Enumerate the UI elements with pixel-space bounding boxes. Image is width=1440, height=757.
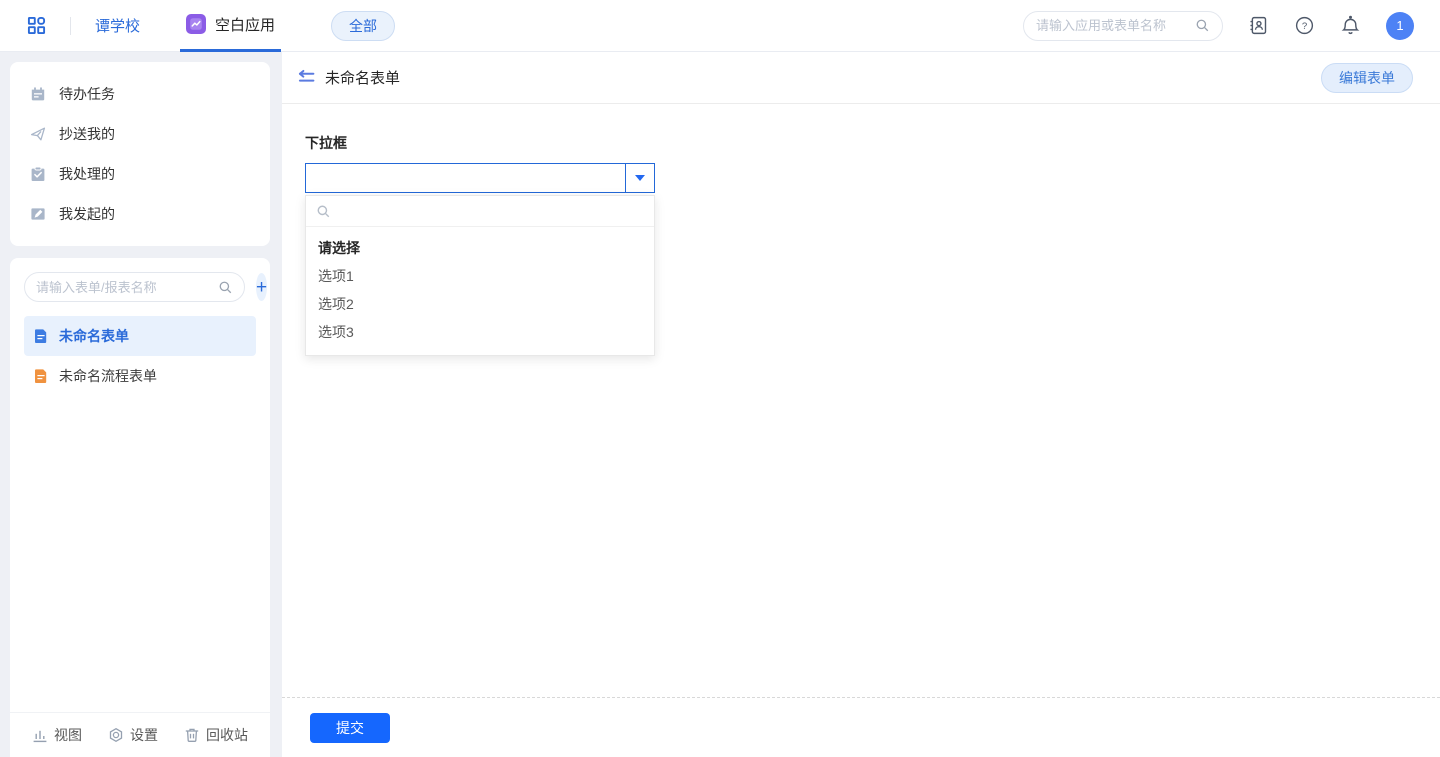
global-search-input[interactable]	[1036, 18, 1189, 33]
sidebar-item-handled-by-me[interactable]: 我处理的	[10, 154, 270, 194]
menu-label: 我处理的	[59, 166, 115, 182]
menu-label: 待办任务	[59, 86, 115, 102]
form-search[interactable]	[24, 272, 245, 302]
submit-button[interactable]: 提交	[310, 713, 390, 743]
help-icon[interactable]: ?	[1294, 15, 1315, 36]
option-please-select[interactable]: 请选择	[306, 234, 654, 262]
main-panel: 未命名表单 编辑表单 下拉框 请选择 选项1 选项2 选项3 提交	[282, 52, 1440, 757]
flow-form-doc-icon	[35, 369, 47, 383]
topbar-divider	[70, 16, 71, 35]
trash-icon	[185, 728, 199, 742]
option-2[interactable]: 选项2	[306, 290, 654, 318]
settings-button[interactable]: 设置	[108, 725, 158, 745]
search-icon	[218, 280, 233, 295]
form-body: 下拉框 请选择 选项1 选项2 选项3	[282, 104, 1440, 697]
global-search[interactable]	[1023, 10, 1223, 41]
collapse-sidebar-icon[interactable]	[297, 68, 316, 87]
form-item-label: 未命名流程表单	[59, 368, 157, 384]
apps-grid-icon[interactable]	[27, 16, 46, 35]
edit-doc-icon	[31, 208, 45, 220]
filter-all-button[interactable]: 全部	[331, 10, 396, 41]
edit-form-button[interactable]: 编辑表单	[1321, 62, 1413, 93]
sidebar-item-todo-tasks[interactable]: 待办任务	[10, 74, 270, 114]
gear-icon	[109, 727, 123, 743]
sidebar-footer: 视图 设置 回收站	[10, 712, 270, 757]
form-search-input[interactable]	[36, 279, 212, 295]
dropdown-panel: 请选择 选项1 选项2 选项3	[305, 195, 655, 356]
option-3[interactable]: 选项3	[306, 318, 654, 346]
menu-label: 抄送我的	[59, 126, 115, 142]
sidebar-item-initiated-by-me[interactable]: 我发起的	[10, 194, 270, 234]
clipboard-check-icon	[31, 166, 45, 181]
search-icon	[1195, 18, 1210, 33]
notifications-bell-icon[interactable]	[1340, 15, 1361, 36]
form-doc-icon	[35, 329, 47, 343]
tab-label: 空白应用	[215, 16, 276, 34]
search-icon	[316, 204, 331, 219]
sidebar: 待办任务 抄送我的 我处理的 我发起的 请输入表单/报表名称 + 未命名表单 未…	[0, 52, 282, 757]
avatar[interactable]: 1	[1386, 11, 1414, 40]
option-1[interactable]: 选项1	[306, 262, 654, 290]
sidebar-forms-panel: + 未命名表单 未命名流程表单	[10, 258, 270, 757]
dropdown-options: 请选择 选项1 选项2 选项3	[306, 227, 654, 355]
footer-label: 回收站	[206, 727, 248, 743]
form-list-item-untitled-flow-form[interactable]: 未命名流程表单	[24, 356, 256, 396]
dropdown-select[interactable]	[305, 163, 655, 193]
workspace-name[interactable]: 谭学校	[95, 15, 140, 36]
dropdown-search[interactable]	[306, 196, 654, 227]
caret-down-icon	[635, 175, 645, 181]
page-title: 未命名表单	[325, 70, 401, 87]
svg-text:?: ?	[1302, 21, 1307, 32]
contacts-icon[interactable]	[1248, 15, 1269, 36]
form-footer: 提交	[282, 697, 1440, 757]
views-button[interactable]: 视图	[32, 725, 82, 745]
send-icon	[30, 127, 46, 141]
sidebar-task-menu: 待办任务 抄送我的 我处理的 我发起的	[10, 62, 270, 246]
footer-label: 视图	[54, 727, 82, 743]
dropdown-input[interactable]	[306, 164, 625, 192]
app-icon	[186, 14, 207, 34]
recycle-bin-button[interactable]: 回收站	[184, 725, 248, 745]
sidebar-item-cc-to-me[interactable]: 抄送我的	[10, 114, 270, 154]
form-list-item-untitled-form[interactable]: 未命名表单	[24, 316, 256, 356]
dropdown-caret-button[interactable]	[625, 164, 654, 192]
form-item-label: 未命名表单	[59, 328, 129, 344]
chart-icon	[33, 730, 47, 743]
form-header: 未命名表单 编辑表单	[282, 52, 1440, 104]
topbar: 谭学校 空白应用 全部 请输入应用或表单名称 ? 1	[0, 0, 1440, 52]
add-form-button[interactable]: +	[256, 273, 268, 301]
footer-label: 设置	[130, 727, 158, 743]
field-label: 下拉框	[305, 135, 347, 151]
calendar-icon	[31, 87, 45, 101]
tab-blank-app[interactable]: 空白应用	[180, 0, 282, 52]
menu-label: 我发起的	[59, 206, 115, 222]
